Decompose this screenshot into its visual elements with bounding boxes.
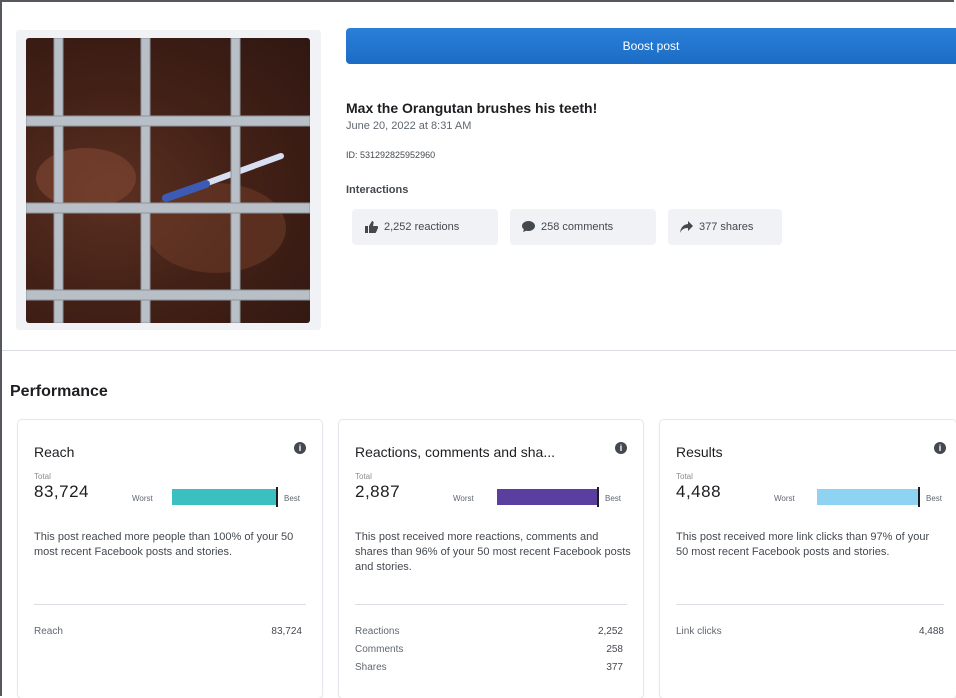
performance-bar-marker [276,487,278,507]
card-title: Reach [34,444,75,460]
performance-bar-marker [918,487,920,507]
comment-icon [522,221,535,232]
card-divider [34,604,306,605]
boost-post-button[interactable]: Boost post [346,28,956,64]
card-divider [676,604,944,605]
shares-chip-label: 377 shares [699,221,754,233]
metric-value-shares: 377 [606,662,623,673]
total-label: Total [355,472,372,481]
performance-heading: Performance [10,383,108,400]
total-label: Total [676,472,693,481]
card-title: Results [676,444,723,460]
metric-label-shares: Shares [355,662,387,673]
performance-bar [172,489,276,505]
engagement-card: Reactions, comments and sha... i Total 2… [339,420,643,698]
best-label: Best [605,494,622,503]
shares-chip[interactable]: 377 shares [668,209,782,245]
metric-label-reactions: Reactions [355,626,400,637]
metric-value-comments: 258 [606,644,623,655]
performance-bar [497,489,597,505]
total-value: 83,724 [34,482,89,501]
metric-label-comments: Comments [355,644,404,655]
reach-card: Reach i Total 83,724 Worst Best This pos… [18,420,322,698]
reactions-chip[interactable]: 2,252 reactions [352,209,498,245]
post-thumbnail[interactable] [26,38,310,323]
best-label: Best [284,494,301,503]
worst-label: Worst [453,494,474,503]
total-value: 2,887 [355,482,401,501]
interactions-label: Interactions [346,184,409,196]
metric-value-reactions: 2,252 [597,626,623,637]
section-divider [2,350,956,351]
comments-chip-label: 258 comments [541,221,614,233]
thumbs-up-icon [365,221,378,233]
worst-label: Worst [132,494,153,503]
card-description: This post reached more people than 100% … [34,531,294,558]
worst-label: Worst [774,494,795,503]
info-icon[interactable]: i [615,442,627,454]
post-date: June 20, 2022 at 8:31 AM [346,120,472,132]
card-description: This post received more reactions, comme… [355,531,631,573]
post-id: ID: 531292825952960 [346,150,436,160]
info-icon[interactable]: i [934,442,946,454]
info-icon[interactable]: i [294,442,306,454]
metric-label-reach: Reach [34,626,63,637]
card-title: Reactions, comments and sha... [355,444,555,460]
card-divider [355,604,627,605]
reactions-chip-label: 2,252 reactions [384,221,460,233]
performance-bar [817,489,918,505]
best-label: Best [926,494,943,503]
post-title: Max the Orangutan brushes his teeth! [346,100,598,116]
total-label: Total [34,472,51,481]
results-card: Results i Total 4,488 Worst Best This po… [660,420,956,698]
card-description: This post received more link clicks than… [676,531,930,558]
comments-chip[interactable]: 258 comments [510,209,656,245]
share-icon [680,221,693,233]
post-thumbnail-frame [16,30,321,330]
performance-bar-marker [597,487,599,507]
metric-value-link-clicks: 4,488 [918,626,944,637]
metric-label-link-clicks: Link clicks [676,626,722,637]
metric-value-reach: 83,724 [271,626,302,637]
total-value: 4,488 [676,482,722,501]
